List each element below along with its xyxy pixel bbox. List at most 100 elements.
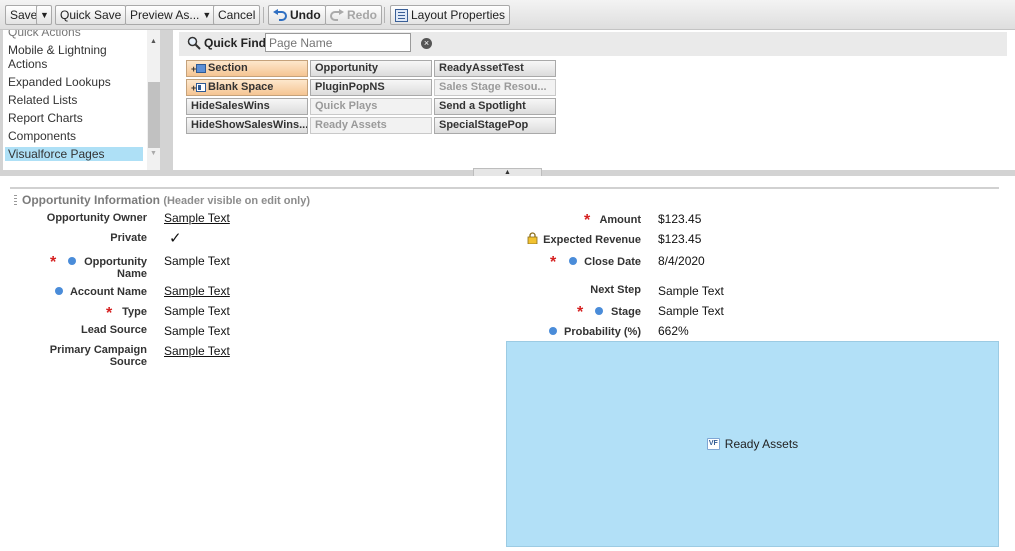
field-label-amount[interactable]: Amount [511, 214, 641, 226]
field-label-close-date[interactable]: Close Date [581, 256, 641, 268]
required-icon: * [50, 254, 57, 271]
category-item-expanded-lookups[interactable]: Expanded Lookups [8, 75, 111, 89]
layout-properties-button[interactable]: Layout Properties [390, 5, 511, 25]
palette-item-label: Ready Assets [315, 119, 387, 131]
field-value-opportunity-name: Sample Text [164, 254, 230, 268]
field-dot-icon [68, 257, 76, 265]
category-item-mobile-lightning-actions[interactable]: Mobile & Lightning Actions [8, 43, 128, 71]
palette-item-quick-plays[interactable]: Quick Plays [310, 98, 432, 115]
field-label-account-name[interactable]: Account Name [17, 286, 147, 298]
toolbar-divider [263, 7, 264, 23]
field-value-primary-campaign-source: Sample Text [164, 344, 230, 358]
field-label-lead-source[interactable]: Lead Source [17, 324, 147, 336]
search-icon [187, 36, 201, 50]
field-value-probability: 662% [658, 324, 689, 338]
field-value-next-step: Sample Text [658, 284, 724, 298]
palette: Quick Actions Mobile & Lightning Actions… [0, 30, 1015, 176]
preview-as-label: Preview As... [130, 8, 200, 22]
palette-item-sales-stage-resources[interactable]: Sales Stage Resou... [434, 79, 556, 96]
scroll-up-icon[interactable]: ▲ [150, 38, 157, 45]
palette-item-readyassettest[interactable]: ReadyAssetTest [434, 60, 556, 77]
scroll-down-icon[interactable]: ▼ [150, 150, 157, 157]
chevron-up-icon: ▲ [504, 169, 511, 176]
category-list-scrollbar[interactable]: ▲ ▼ [147, 30, 160, 170]
vf-component-content: VF Ready Assets [507, 342, 998, 546]
undo-label: Undo [290, 8, 321, 22]
field-label-expected-revenue[interactable]: Expected Revenue [511, 234, 641, 246]
palette-item-send-a-spotlight[interactable]: Send a Spotlight [434, 98, 556, 115]
quick-find-input[interactable] [265, 33, 411, 52]
palette-item-section[interactable]: + Section [186, 60, 308, 77]
undo-button[interactable]: Undo [268, 5, 326, 25]
palette-item-hideshowsaleswins[interactable]: HideShowSalesWins... [186, 117, 308, 134]
field-label-opportunity-owner[interactable]: Opportunity Owner [17, 212, 147, 224]
field-value-type: Sample Text [164, 304, 230, 318]
palette-item-label: Quick Plays [315, 100, 378, 112]
palette-item-specialstagepop[interactable]: SpecialStagePop [434, 117, 556, 134]
field-label-next-step[interactable]: Next Step [511, 284, 641, 296]
cancel-button[interactable]: Cancel [213, 5, 261, 25]
quick-find-label: Quick Find [187, 36, 266, 50]
section-title: Opportunity Information [22, 193, 160, 207]
section-header[interactable]: Opportunity Information (Header visible … [22, 193, 310, 207]
save-dropdown-button[interactable]: ▼ [36, 5, 52, 25]
palette-item-label: Section [208, 62, 248, 74]
redo-button[interactable]: Redo [325, 5, 382, 25]
toolbar-divider [384, 7, 385, 23]
palette-item-opportunity[interactable]: Opportunity [310, 60, 432, 77]
palette-item-blank-space[interactable]: + Blank Space [186, 79, 308, 96]
palette-item-label: HideSalesWins [191, 100, 270, 112]
field-value-stage: Sample Text [658, 304, 724, 318]
toolbar: Save ▼ Quick Save Preview As... ▼ Cancel… [0, 0, 1015, 30]
redo-icon [330, 9, 344, 21]
save-button-label: Save [10, 8, 38, 22]
layout-properties-label: Layout Properties [411, 8, 506, 22]
clear-search-icon[interactable]: × [421, 38, 432, 49]
palette-item-label: Send a Spotlight [439, 100, 526, 112]
section-icon: + [191, 63, 206, 74]
category-item-report-charts[interactable]: Report Charts [8, 111, 83, 125]
field-label-probability[interactable]: Probability (%) [511, 326, 641, 338]
palette-items-panel: Quick Find × + Section Opportunity Ready… [173, 30, 1015, 170]
palette-item-label: Blank Space [208, 81, 274, 93]
category-item-components[interactable]: Components [8, 129, 76, 143]
field-value-expected-revenue: $123.45 [658, 232, 702, 246]
field-label-primary-campaign-source[interactable]: Primary Campaign Source [37, 344, 147, 368]
category-item-visualforce-pages[interactable]: Visualforce Pages [5, 147, 143, 161]
scrollbar-thumb[interactable] [148, 82, 160, 148]
category-item-quick-actions[interactable]: Quick Actions [8, 30, 81, 39]
field-value-amount: $123.45 [658, 212, 702, 226]
field-label-private[interactable]: Private [17, 232, 147, 244]
field-label-stage[interactable]: Stage [601, 306, 641, 318]
visualforce-component-ready-assets[interactable]: VF Ready Assets [506, 341, 999, 547]
palette-item-label: ReadyAssetTest [439, 62, 524, 74]
field-label-type[interactable]: Type [17, 306, 147, 318]
chevron-down-icon: ▼ [202, 10, 212, 20]
section-divider [10, 187, 999, 189]
palette-item-label: SpecialStagePop [439, 119, 529, 131]
redo-label: Redo [347, 8, 377, 22]
palette-item-hidesaleswins[interactable]: HideSalesWins [186, 98, 308, 115]
undo-icon [273, 9, 287, 21]
field-dot-icon [569, 257, 577, 265]
visualforce-icon: VF [706, 438, 720, 450]
collapse-palette-button[interactable]: ▲ [473, 168, 542, 176]
section-subtitle: (Header visible on edit only) [163, 195, 311, 207]
quick-save-label: Quick Save [60, 8, 122, 22]
field-value-opportunity-owner: Sample Text [164, 211, 230, 225]
field-label-opportunity-name[interactable]: Opportunity Name [81, 256, 147, 280]
palette-item-ready-assets[interactable]: Ready Assets [310, 117, 432, 134]
preview-as-button[interactable]: Preview As... ▼ [125, 5, 217, 25]
required-icon: * [577, 304, 584, 321]
palette-item-label: Opportunity [315, 62, 378, 74]
drag-handle-icon[interactable] [14, 195, 17, 206]
palette-item-label: PluginPopNS [315, 81, 385, 93]
layout-canvas: Opportunity Information (Header visible … [0, 176, 1015, 551]
category-item-related-lists[interactable]: Related Lists [8, 93, 77, 107]
palette-item-pluginpopns[interactable]: PluginPopNS [310, 79, 432, 96]
palette-item-label: Sales Stage Resou... [439, 81, 547, 93]
layout-properties-icon [395, 8, 408, 22]
blank-space-icon: + [191, 82, 206, 93]
required-icon: * [550, 254, 557, 271]
quick-save-button[interactable]: Quick Save [55, 5, 127, 25]
